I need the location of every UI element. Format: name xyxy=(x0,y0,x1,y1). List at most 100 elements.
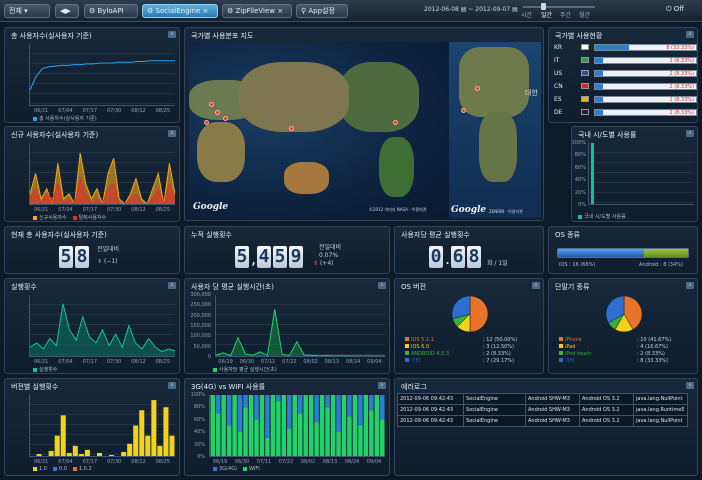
map-pin[interactable] xyxy=(475,86,480,91)
country-value: 2 (8.33%) xyxy=(669,71,694,77)
day-over-day-delta: ⬆ (+4) xyxy=(313,260,334,267)
chart-svg xyxy=(30,60,175,90)
tab-byloapi[interactable]: ⚙ ByloAPI xyxy=(84,4,138,18)
version-bar xyxy=(96,452,103,456)
panel-title: OS 버전 xyxy=(401,283,427,291)
x-tick-label: 06/19 xyxy=(218,359,233,365)
x-tick-label: 08/25 xyxy=(155,459,171,465)
legend-swatch xyxy=(405,351,409,355)
map-pin[interactable] xyxy=(209,102,214,107)
digit: . xyxy=(445,249,451,268)
version-bar xyxy=(109,454,115,456)
legend-row: iPod touch: 2 (8.33%) xyxy=(559,351,665,358)
date-range[interactable]: 2012-06-08 ▤ ~ 2012-09-07 ▤ xyxy=(424,6,518,13)
chart-legend: 신규사용자수 탈퇴사용자수 xyxy=(33,214,112,221)
country-row[interactable]: US 2 (8.33%) xyxy=(554,68,697,79)
panel-title: 국가별 사용분포 지도 xyxy=(191,32,254,40)
zoom-icon[interactable]: ⌕ xyxy=(168,282,176,289)
period-slider[interactable]: 시간 일간 주간 월간 xyxy=(519,0,599,22)
digit: 0 xyxy=(429,246,443,268)
tab-socialengine[interactable]: ⚙ SocialEngine × xyxy=(142,4,218,18)
country-row[interactable]: CN 2 (8.33%) xyxy=(554,81,697,92)
legend-row: iPad: 4 (16.67%) xyxy=(559,344,668,351)
map-pin[interactable] xyxy=(393,120,398,125)
legend-value: : 12 (50.00%) xyxy=(483,337,518,343)
x-tick-label: 06/21 xyxy=(33,459,49,465)
panel-os-kind: OS 종류 iOS : 16 (66%) Android : 8 (34%) xyxy=(548,226,698,274)
zoom-icon[interactable]: ⌕ xyxy=(686,282,694,289)
zoom-icon[interactable]: ⌕ xyxy=(686,31,694,38)
legend-row: 기타: 7 (29.17%) xyxy=(405,358,514,365)
x-tick-label: 08/25 xyxy=(155,207,171,213)
device-pie xyxy=(605,295,643,333)
country-row[interactable]: DE 2 (8.33%) xyxy=(554,107,697,118)
digit: 5 xyxy=(59,246,73,268)
chart-svg xyxy=(36,400,175,456)
x-tick-label: 08/25 xyxy=(155,108,171,114)
slider-track[interactable] xyxy=(523,6,595,8)
zoom-icon[interactable]: ⌕ xyxy=(168,382,176,389)
version-bar xyxy=(157,445,163,456)
continent-asia xyxy=(239,62,349,132)
chart-svg xyxy=(30,303,175,356)
log-row[interactable]: 2012-09-06 09:42:43 SocialEngine Android S… xyxy=(397,415,688,427)
korea-map[interactable]: 대한 Google ZENRIN · 이용약관 xyxy=(449,42,541,218)
country-row[interactable]: KR 8 (33.33%) xyxy=(554,42,697,53)
world-map[interactable]: Google ©2012 이미지 NASA - 이용약관 xyxy=(189,42,449,218)
log-row[interactable]: 2012-09-06 09:42:43 SocialEngine Android S… xyxy=(397,393,688,405)
digit: 5 xyxy=(235,246,249,268)
slider-knob[interactable] xyxy=(541,3,546,10)
legend-swatch xyxy=(559,344,563,348)
legend-name: ANDROID 4.0.3 xyxy=(411,351,450,357)
x-tick-label: 07/17 xyxy=(82,108,98,114)
cumulative-value: 5,459 xyxy=(235,246,303,272)
zoom-icon[interactable]: ⌕ xyxy=(686,130,694,137)
country-bar-fill xyxy=(595,110,604,115)
map-pin[interactable] xyxy=(204,120,209,125)
power-button[interactable]: ⏻ Off xyxy=(666,5,684,14)
map-pin[interactable] xyxy=(461,108,466,113)
digit: 4 xyxy=(257,246,271,268)
tab-nav-arrows[interactable]: ◀▶ xyxy=(55,4,79,18)
zoom-icon[interactable]: ⌕ xyxy=(168,31,176,38)
zoom-icon[interactable]: ⌕ xyxy=(378,382,386,389)
period-month[interactable]: 월간 xyxy=(579,10,590,19)
chart-region xyxy=(588,143,694,205)
country-row[interactable]: ES 2 (8.33%) xyxy=(554,94,697,105)
x-tick-label: 09/04 xyxy=(366,459,382,465)
tab-app-settings[interactable]: ⚲ App설정 xyxy=(296,4,348,18)
version-bar xyxy=(127,443,133,456)
period-day[interactable]: 일간 xyxy=(541,10,552,19)
period-hour[interactable]: 시간 xyxy=(521,10,532,19)
map-pin[interactable] xyxy=(223,116,228,121)
log-cell: SocialEngine xyxy=(463,415,526,427)
panel-executions: 실행횟수 ⌕ 06/21 07/04 07/17 07/30 08/12 08/25 실행… xyxy=(4,278,180,374)
panel-total-users: 총 사용자수(실사용자 기준) ⌕ 06/21 07/04 07/17 07/30 08… xyxy=(4,27,180,123)
zoom-icon[interactable]: ⌕ xyxy=(168,130,176,137)
zoom-icon[interactable]: ⌕ xyxy=(532,282,540,289)
zoom-icon[interactable]: ⌕ xyxy=(686,382,694,389)
country-row[interactable]: IT 2 (8.33%) xyxy=(554,55,697,66)
mobile-bar xyxy=(276,395,281,402)
y-tick-label: 0% xyxy=(197,454,205,460)
y-axis: 100% 80% 60% 40% 20% 0% xyxy=(572,140,586,208)
y-tick-label: 20% xyxy=(193,441,205,448)
log-cell: Android OS 3.2 xyxy=(579,393,634,405)
log-row[interactable]: 2012-09-06 09:42:43 SocialEngine Android S… xyxy=(397,404,688,416)
day-over-day-delta: ⬇ (−1) xyxy=(97,258,118,265)
tab-all[interactable]: 전체 ▾ xyxy=(4,4,50,18)
zoom-icon[interactable]: ⌕ xyxy=(378,282,386,289)
chart-legend: 국내 시/도별 사용률 xyxy=(578,213,632,220)
x-tick-label: 06/21 xyxy=(33,359,49,365)
map-pin[interactable] xyxy=(215,110,220,115)
mobile-bar xyxy=(265,395,270,438)
y-tick-label: 60% xyxy=(193,416,205,423)
flag-icon xyxy=(581,70,589,76)
map-pin[interactable] xyxy=(289,126,294,131)
panel-map: 국가별 사용분포 지도 Google ©2012 이미지 NASA - 이용약관… xyxy=(184,27,544,221)
version-bar xyxy=(36,453,42,456)
period-week[interactable]: 주간 xyxy=(560,10,571,19)
panel-title: 누적 실행횟수 xyxy=(191,231,232,239)
tab-zipfileview[interactable]: ⚙ ZipFileView × xyxy=(222,4,292,18)
x-tick-label: 08/02 xyxy=(303,359,318,365)
